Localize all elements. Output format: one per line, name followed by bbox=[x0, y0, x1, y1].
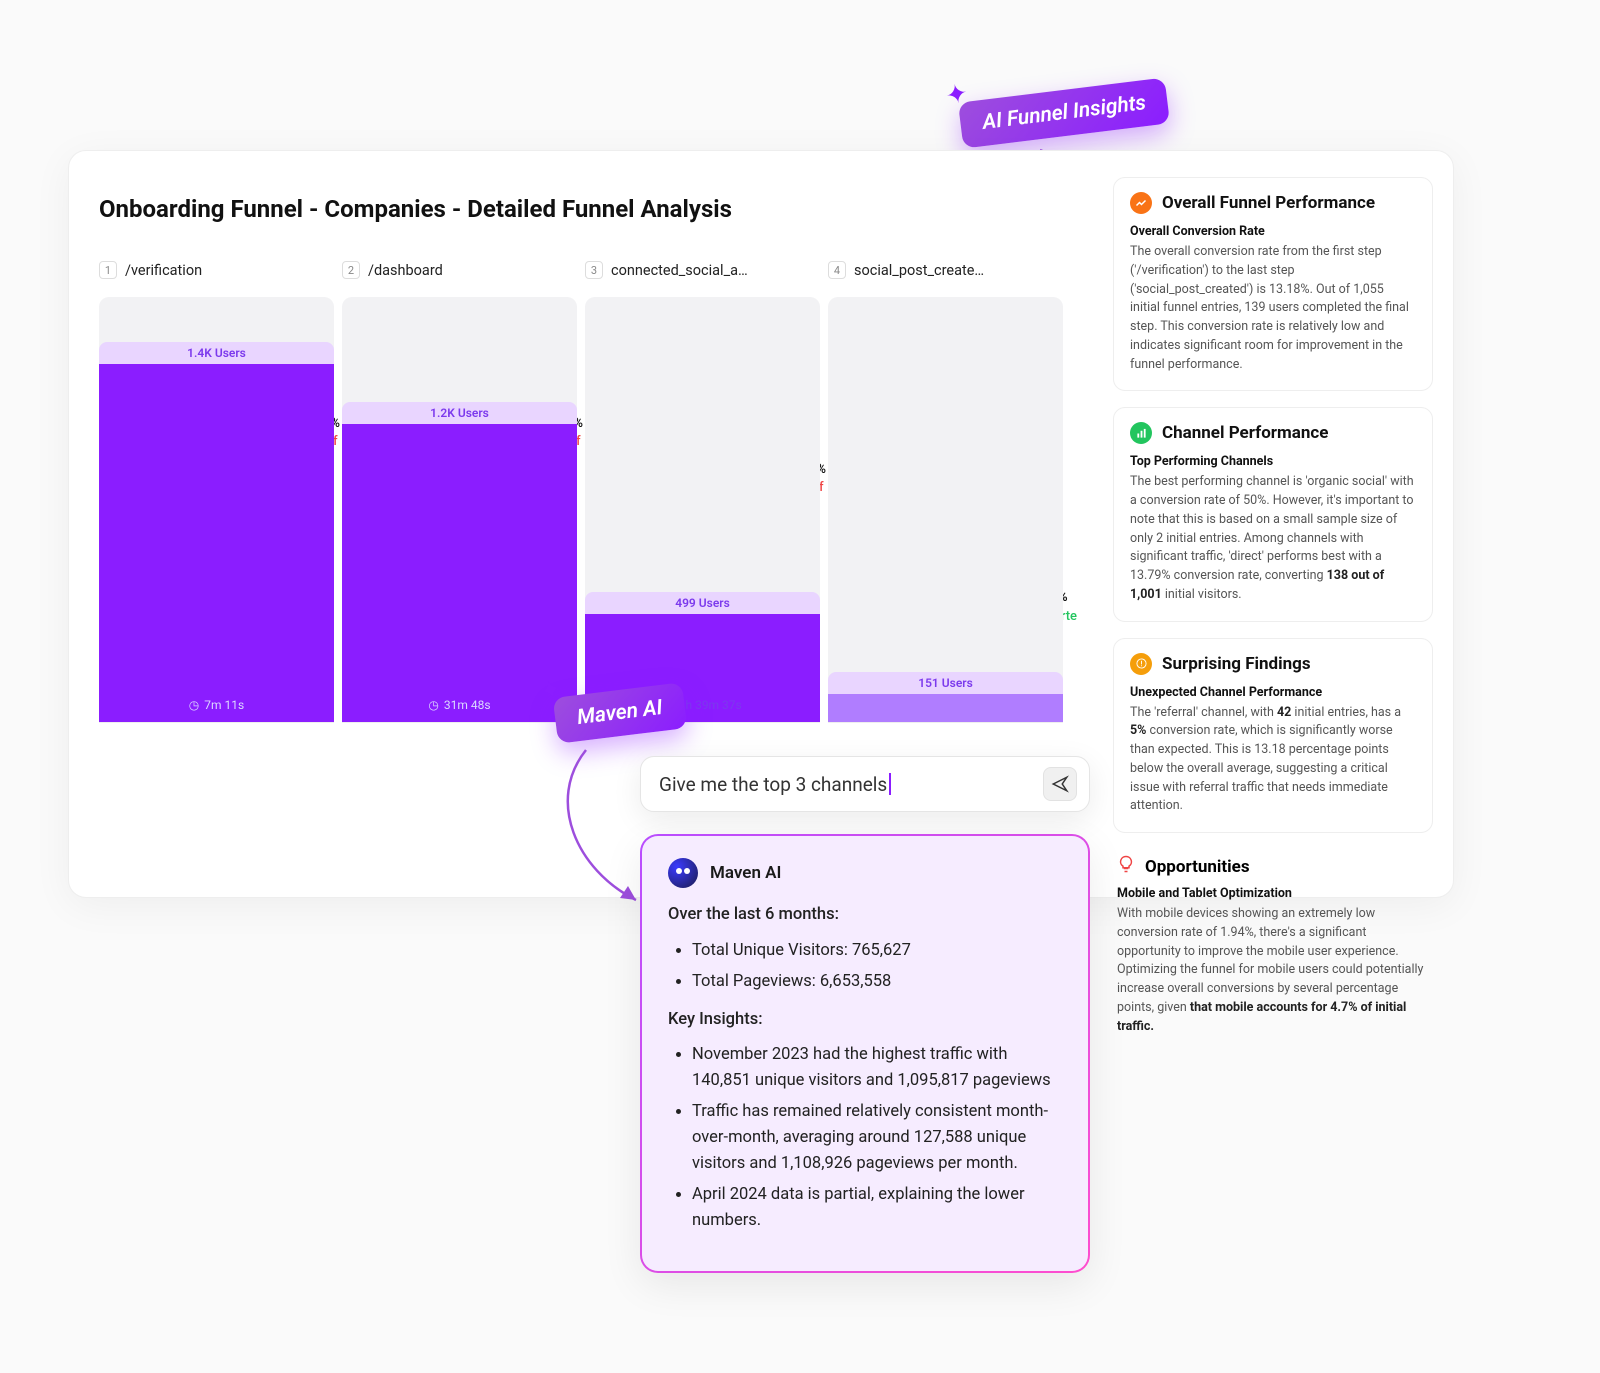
send-button[interactable] bbox=[1043, 767, 1077, 801]
insights-panel: Overall Funnel Performance Overall Conve… bbox=[1093, 151, 1453, 897]
insight-body: The overall conversion rate from the fir… bbox=[1130, 243, 1416, 374]
insight-body: The best performing channel is 'organic … bbox=[1130, 473, 1416, 604]
list-item: Traffic has remained relatively consiste… bbox=[692, 1099, 1062, 1176]
insight-overall: Overall Funnel Performance Overall Conve… bbox=[1113, 177, 1433, 391]
trend-up-icon bbox=[1130, 192, 1152, 214]
insight-title: Channel Performance bbox=[1162, 423, 1328, 443]
clock-icon: ◷ bbox=[189, 698, 199, 712]
text-cursor bbox=[889, 773, 891, 795]
users-pill: 1.2K Users bbox=[342, 402, 577, 424]
step-name: /verification bbox=[125, 262, 202, 279]
step-number: 3 bbox=[585, 261, 603, 279]
clock-icon: ◷ bbox=[428, 698, 438, 712]
send-icon bbox=[1051, 775, 1069, 793]
step-number: 4 bbox=[828, 261, 846, 279]
insight-opportunities: Opportunities Mobile and Tablet Optimiza… bbox=[1113, 849, 1433, 1036]
step-name: /dashboard bbox=[368, 262, 443, 279]
list-item: April 2024 data is partial, explaining t… bbox=[692, 1182, 1062, 1233]
chat-response-card: Maven AI Over the last 6 months: Total U… bbox=[640, 834, 1090, 1273]
chat-input-box[interactable]: Give me the top 3 channels bbox=[640, 756, 1090, 812]
step-name: connected_social_a… bbox=[611, 262, 748, 279]
chat-section: Give me the top 3 channels Maven AI Over… bbox=[640, 756, 1090, 1273]
step-name: social_post_create… bbox=[854, 262, 984, 279]
funnel-step-1: 1 /verification ↓16.81% Drop Off 1.4K Us… bbox=[99, 263, 334, 723]
list-item: November 2023 had the highest traffic wi… bbox=[692, 1042, 1062, 1093]
insight-subtitle: Top Performing Channels bbox=[1130, 454, 1416, 469]
users-pill: 499 Users bbox=[585, 592, 820, 614]
funnel-chart: 1 /verification ↓16.81% Drop Off 1.4K Us… bbox=[99, 263, 1063, 723]
chat-header: Maven AI bbox=[710, 863, 781, 883]
time-badge: ◷ 7m 11s bbox=[189, 698, 244, 712]
list-item: Total Unique Visitors: 765,627 bbox=[692, 938, 1062, 964]
insight-subtitle: Unexpected Channel Performance bbox=[1130, 685, 1416, 700]
funnel-step-4: 4 social_post_create… 30.26% Converte 15… bbox=[828, 263, 1063, 723]
insight-subtitle: Overall Conversion Rate bbox=[1130, 224, 1416, 239]
insight-surprising: Surprising Findings Unexpected Channel P… bbox=[1113, 638, 1433, 834]
list-item: Total Pageviews: 6,653,558 bbox=[692, 969, 1062, 995]
lightbulb-icon bbox=[1117, 855, 1135, 878]
time-badge: ◷ 31m 48s bbox=[428, 698, 490, 712]
chat-input-text[interactable]: Give me the top 3 channels bbox=[659, 773, 1033, 796]
users-pill: 1.4K Users bbox=[99, 342, 334, 364]
alert-icon bbox=[1130, 653, 1152, 675]
sparkle-icon: ✦ bbox=[943, 78, 971, 112]
insight-title: Opportunities bbox=[1145, 857, 1250, 877]
insight-subtitle: Mobile and Tablet Optimization bbox=[1117, 886, 1429, 901]
insight-title: Overall Funnel Performance bbox=[1162, 193, 1375, 213]
maven-avatar-icon bbox=[668, 858, 698, 888]
ai-funnel-insights-tag: AI Funnel Insights bbox=[958, 77, 1170, 148]
insight-body: The 'referral' channel, with 42 initial … bbox=[1130, 704, 1416, 817]
funnel-step-2: 2 /dashboard ↓57.46% Drop Off 1.2K Users… bbox=[342, 263, 577, 723]
users-pill: 151 Users bbox=[828, 672, 1063, 694]
chat-bullets-2: November 2023 had the highest traffic wi… bbox=[668, 1042, 1062, 1233]
insight-body: With mobile devices showing an extremely… bbox=[1117, 905, 1429, 1036]
chat-key-heading: Key Insights: bbox=[668, 1007, 1062, 1033]
funnel-step-3: 3 connected_social_a… ↓69.74% Drop Off 4… bbox=[585, 263, 820, 723]
chat-intro: Over the last 6 months: bbox=[668, 902, 1062, 928]
step-number: 2 bbox=[342, 261, 360, 279]
step-number: 1 bbox=[99, 261, 117, 279]
insight-channel: Channel Performance Top Performing Chann… bbox=[1113, 407, 1433, 621]
bar-chart-icon bbox=[1130, 422, 1152, 444]
page-title: Onboarding Funnel - Companies - Detailed… bbox=[99, 195, 1063, 223]
chat-bullets-1: Total Unique Visitors: 765,627 Total Pag… bbox=[668, 938, 1062, 995]
insight-title: Surprising Findings bbox=[1162, 654, 1311, 674]
